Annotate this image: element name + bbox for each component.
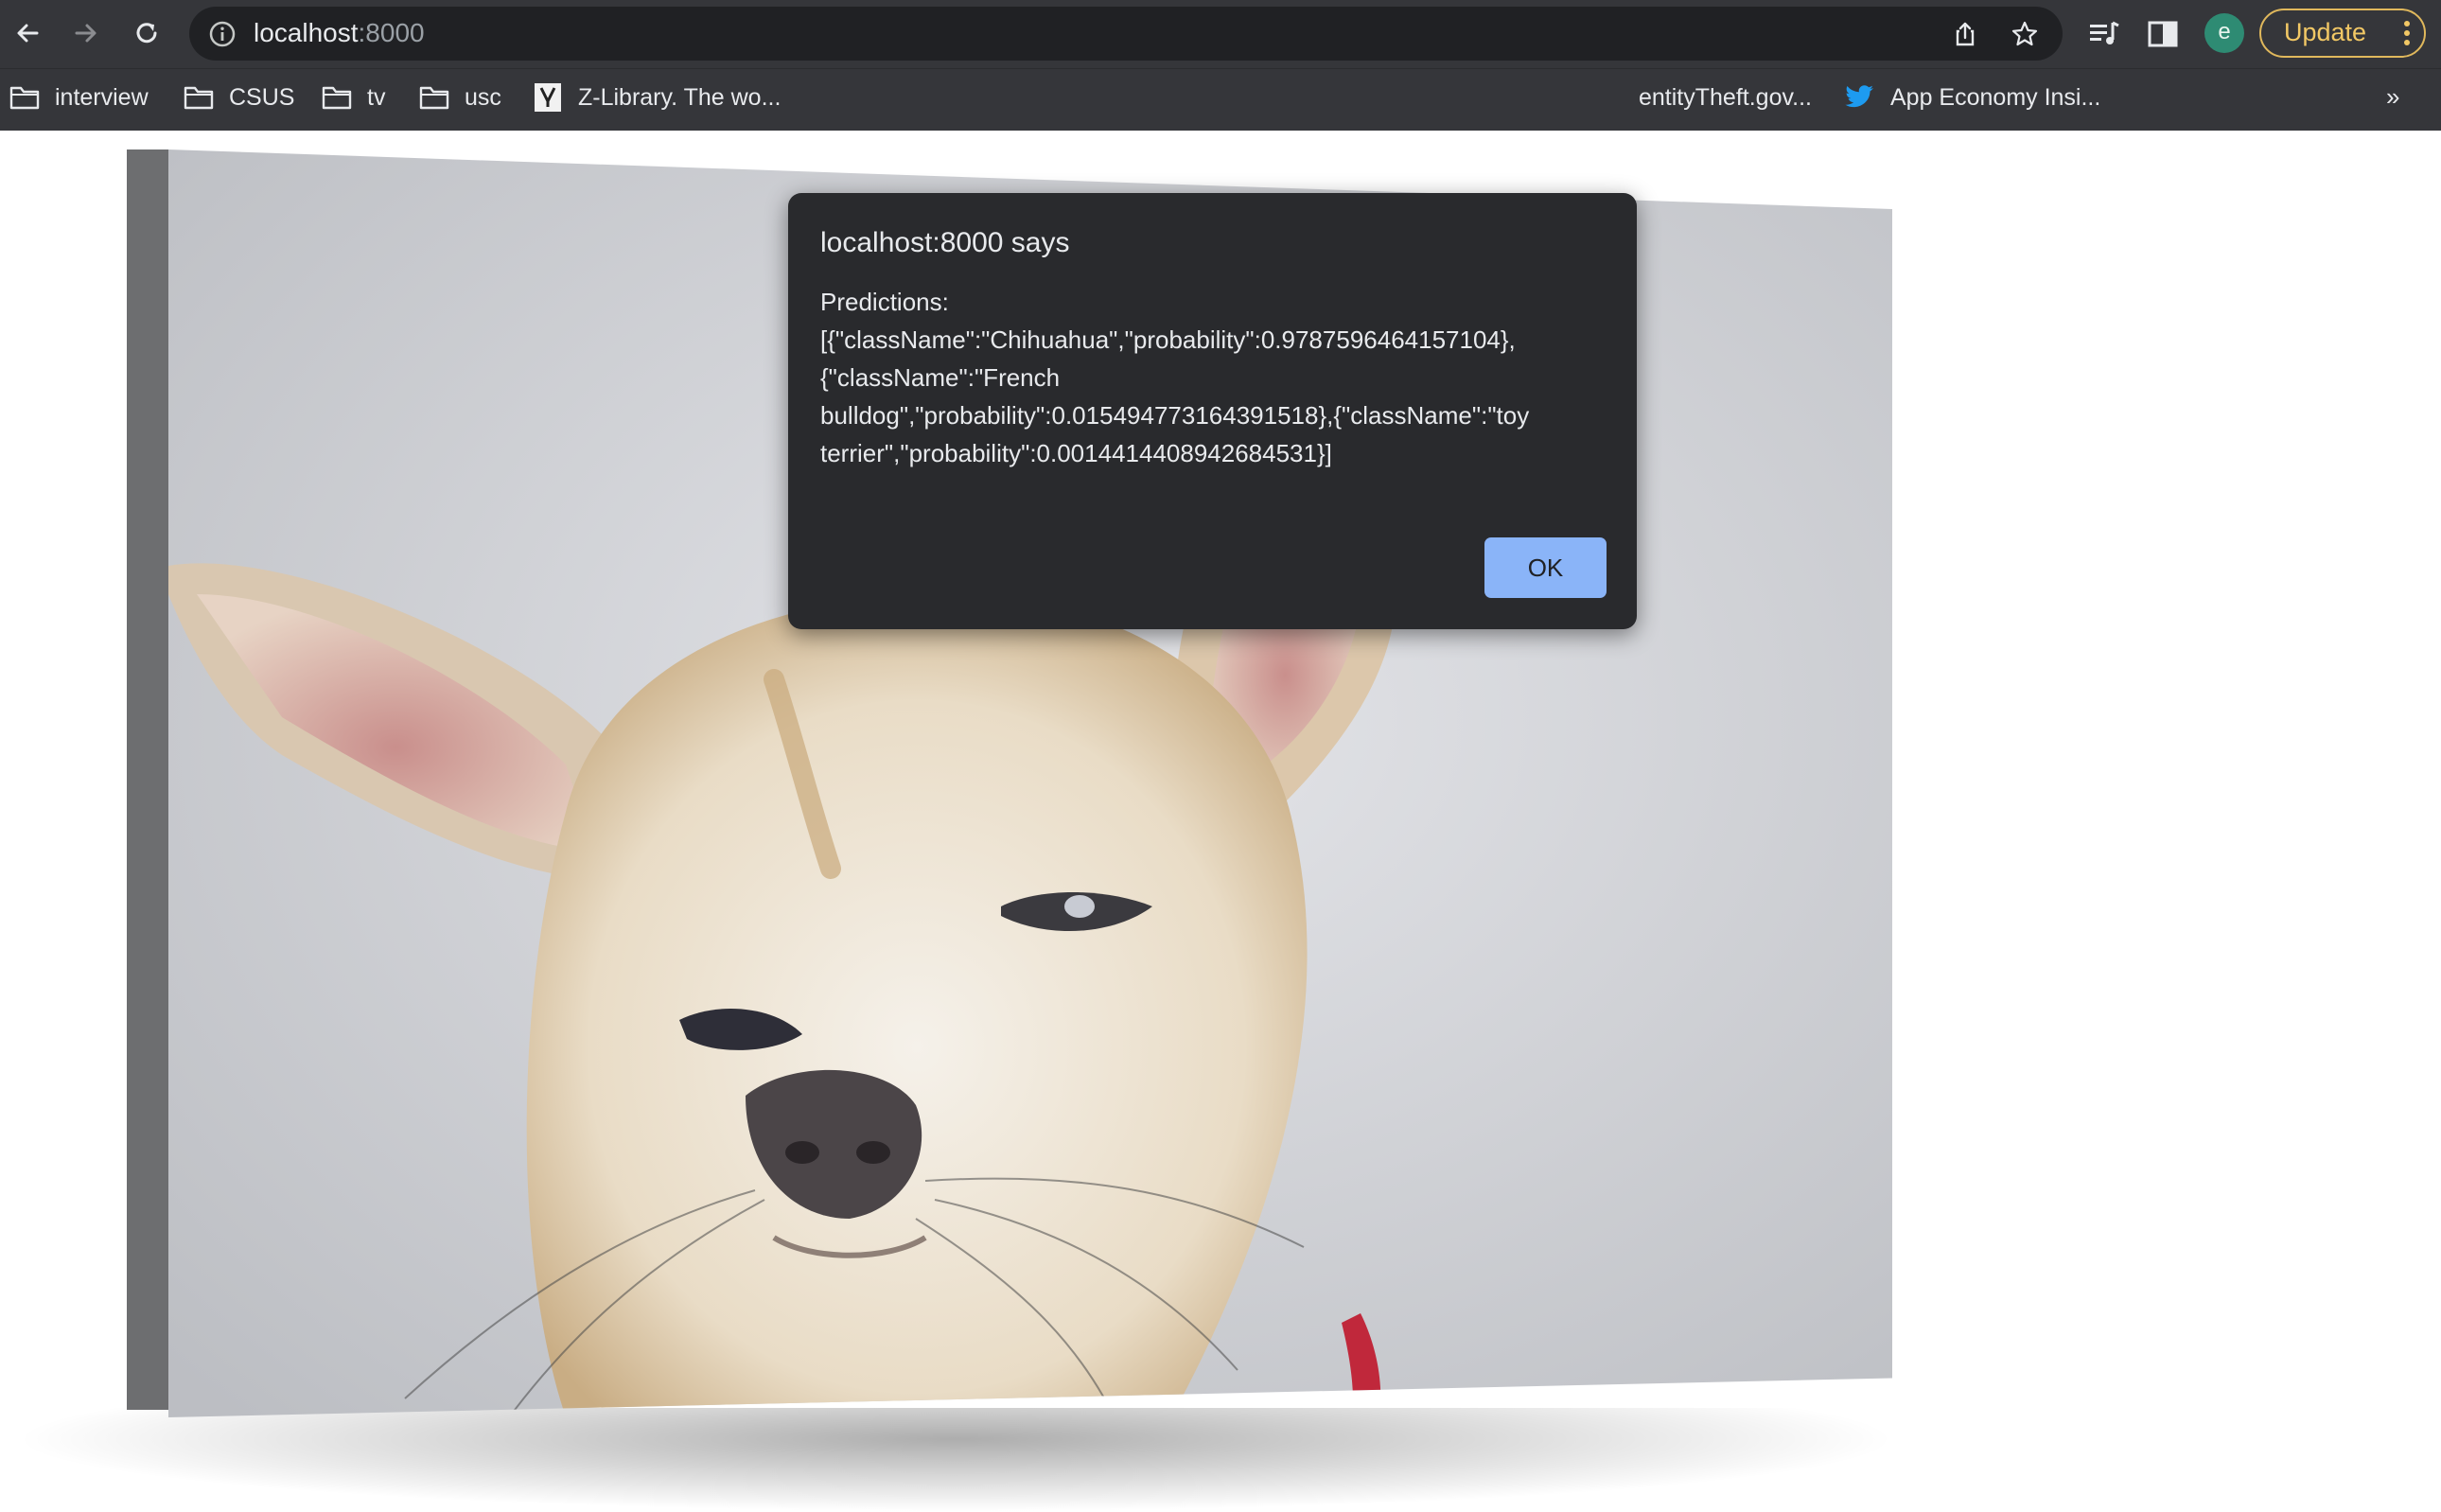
bookmark-app-economy[interactable]: App Economy Insi...: [1845, 79, 2100, 116]
side-panel-icon[interactable]: [2146, 17, 2180, 51]
bookmark-label: Z-Library. The wo...: [578, 83, 781, 111]
bookmarks-overflow-button[interactable]: »: [2386, 82, 2399, 112]
back-arrow-icon: [17, 24, 39, 43]
canvas-edge: [127, 149, 168, 1410]
bookmark-identitytheft[interactable]: entityTheft.gov...: [1639, 79, 1812, 116]
dialog-message: Predictions: [{"className":"Chihuahua","…: [820, 288, 1530, 467]
canvas-shadow: [9, 1408, 1902, 1512]
forward-button[interactable]: [66, 13, 106, 53]
bookmarks-bar: interview CSUS tv usc Z-Library. The wo.…: [0, 68, 2441, 132]
address-bar[interactable]: localhost:8000: [189, 7, 2063, 61]
browser-toolbar: localhost:8000 e Update: [0, 0, 2441, 68]
url-port: :8000: [358, 18, 425, 47]
bookmark-label: entityTheft.gov...: [1639, 83, 1812, 111]
bookmark-label: interview: [55, 83, 149, 111]
twitter-bird-icon: [1845, 85, 1873, 108]
media-playlist-icon[interactable]: [2087, 17, 2121, 51]
bookmark-folder-usc[interactable]: usc: [419, 79, 501, 116]
site-info-icon[interactable]: [208, 20, 237, 48]
dialog-title: localhost:8000 says: [820, 227, 1070, 258]
folder-icon: [322, 86, 352, 110]
profile-avatar[interactable]: e: [2204, 13, 2244, 53]
bookmark-folder-interview[interactable]: interview: [9, 79, 149, 116]
alert-dialog: localhost:8000 says Predictions: [{"clas…: [788, 193, 1637, 629]
url-host: localhost: [254, 18, 359, 47]
folder-icon: [419, 86, 449, 110]
url-text[interactable]: localhost:8000: [254, 18, 425, 48]
folder-icon: [184, 86, 214, 110]
bookmark-label: CSUS: [229, 83, 295, 111]
update-label: Update: [2284, 18, 2367, 46]
share-icon[interactable]: [1951, 20, 1979, 48]
forward-arrow-icon: [75, 24, 97, 43]
menu-dots-icon: [2404, 21, 2410, 45]
bookmark-label: tv: [367, 83, 386, 111]
page-content: localhost:8000 says Predictions: [{"clas…: [0, 131, 2441, 1512]
bookmark-folder-csus[interactable]: CSUS: [184, 79, 294, 116]
reload-icon: [136, 23, 157, 44]
bookmark-star-icon[interactable]: [2011, 20, 2039, 48]
ok-button[interactable]: OK: [1484, 537, 1607, 598]
bookmark-zlibrary[interactable]: Z-Library. The wo...: [533, 79, 781, 116]
bookmark-label: App Economy Insi...: [1890, 83, 2101, 111]
folder-icon: [9, 86, 40, 110]
update-button[interactable]: Update: [2259, 9, 2426, 58]
bookmark-folder-tv[interactable]: tv: [322, 79, 385, 116]
reload-button[interactable]: [127, 13, 167, 53]
bookmark-label: usc: [465, 83, 501, 111]
back-button[interactable]: [8, 13, 47, 53]
zlibrary-icon: [535, 83, 561, 112]
